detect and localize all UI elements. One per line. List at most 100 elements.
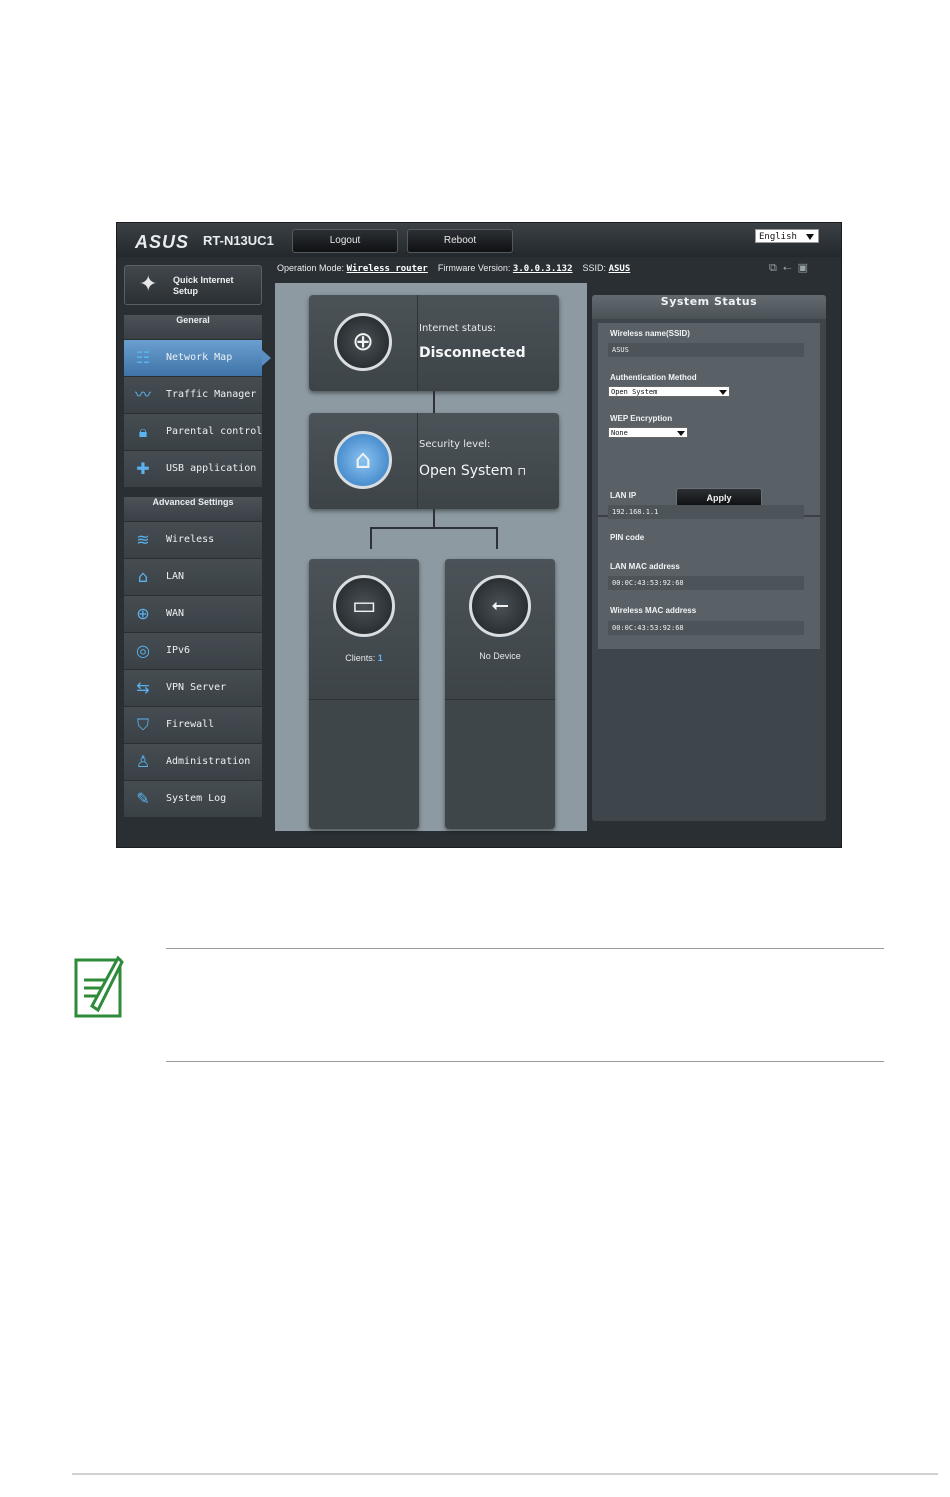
wireless-mac-label: Wireless MAC address [610,606,697,615]
menu-item-label: IPv6 [166,645,191,656]
menu-item-label: Administration [166,756,251,767]
magic-wand-icon: ✦ [139,272,158,297]
menu-item-lan[interactable]: ⌂ LAN [124,559,262,596]
chevron-down-icon [806,234,814,240]
note-top-rule [166,948,884,949]
firmware-label: Firmware Version: [437,263,511,273]
printer-status-icon[interactable]: ▣ [798,261,814,274]
network-status-icon[interactable]: ⧉ [769,261,783,274]
menu-item-label: VPN Server [166,682,227,693]
lock-icon: 🔒︎ [138,422,148,441]
globe-icon: ⊕ [136,604,150,623]
ssid-link[interactable]: ASUS [609,264,631,274]
language-value: English [759,232,797,242]
lan-mac-value: 00:0C:43:53:92:68 [608,576,804,590]
menu-item-system-log[interactable]: ✎ System Log [124,781,262,818]
router-icon: ⌂ [334,431,392,489]
asus-logo: ASUS [135,232,190,252]
firmware-link[interactable]: 3.0.0.3.132 [513,264,573,274]
menu-item-traffic-manager[interactable]: 〰 Traffic Manager [124,377,262,414]
ssid-field-label: Wireless name(SSID) [610,329,690,338]
menu-item-usb-application[interactable]: ✚ USB application [124,451,262,488]
wep-label: WEP Encryption [610,414,673,423]
lan-mac-label: LAN MAC address [610,562,680,571]
note-icon [74,955,124,1018]
operation-mode-label: Operation Mode: [277,263,345,273]
traffic-icon: 〰 [134,385,151,404]
router-screenshot: ASUS RT-N13UC1 Logout Reboot English Ope… [116,222,842,848]
general-header: General [124,315,262,340]
operation-mode-link[interactable]: Wireless router [347,264,428,274]
security-level-label: Security level: [419,439,491,450]
menu-item-ipv6[interactable]: ◎ IPv6 [124,633,262,670]
wep-select[interactable]: None [608,427,688,438]
connector-line [370,527,372,549]
model-name: RT-N13UC1 [203,233,274,248]
status-icons: ⧉⭠▣ [769,261,814,275]
info-bar: Operation Mode: Wireless router Firmware… [277,263,837,279]
menu-item-label: Traffic Manager [166,389,257,400]
chevron-down-icon [719,390,727,395]
qis-label-line1: Quick Internet [173,275,234,285]
ipv6-icon: ◎ [136,641,150,660]
menu-item-label: Parental control [166,426,263,437]
pin-code-label: PIN code [610,533,645,542]
security-level-card[interactable]: ⌂ Security level: Open System ⊓ [309,413,559,509]
security-level-value: Open System ⊓ [419,463,526,479]
user-icon: ♙ [135,752,151,771]
auth-method-value: Open System [611,388,658,396]
auth-method-select[interactable]: Open System [608,386,730,397]
wep-value: None [611,429,628,437]
internet-status-value: Disconnected [419,345,526,361]
menu-item-wan[interactable]: ⊕ WAN [124,596,262,633]
security-level-text: Open System [419,463,514,479]
menu-item-label: USB application [166,463,257,474]
usb-icon: ⭠ [469,575,531,637]
usb-status-icon[interactable]: ⭠ [783,261,798,274]
vpn-icon: ⇆ [136,678,150,697]
clients-count[interactable]: 1 [378,653,383,663]
menu-item-label: Network Map [166,352,233,363]
clients-label: Clients: [345,653,376,663]
usb-card[interactable]: ⭠ No Device [445,559,555,829]
network-map-icon: ☷ [135,348,151,367]
unlock-icon: ⊓ [517,465,527,478]
chevron-down-icon [677,431,685,436]
ssid-label: SSID: [582,263,607,273]
general-menu: General ☷ Network Map 〰 Traffic Manager … [124,315,271,488]
note-bottom-rule [166,1061,884,1062]
menu-item-label: System Log [166,793,227,804]
wireless-mac-value: 00:0C:43:53:92:68 [608,621,804,635]
reboot-button[interactable]: Reboot [407,229,513,253]
qis-label-line2: Setup [173,286,199,296]
logout-button[interactable]: Logout [292,229,398,253]
internet-status-label: Internet status: [419,323,496,334]
quick-internet-setup-button[interactable]: ✦ Quick Internet Setup [124,265,262,305]
connector-line [433,391,435,413]
shield-icon: ⛉ [136,715,149,734]
clients-caption: Clients: 1 [309,653,419,663]
clients-card[interactable]: ▭ Clients: 1 [309,559,419,829]
menu-item-label: Wireless [166,534,215,545]
menu-item-vpn-server[interactable]: ⇆ VPN Server [124,670,262,707]
lan-ip-label: LAN IP [610,491,637,500]
ssid-field[interactable]: ASUS [608,343,804,357]
menu-item-firewall[interactable]: ⛉ Firewall [124,707,262,744]
network-map-area: ⊕ Internet status: Disconnected ⌂ Securi… [275,283,587,831]
wifi-icon: ≋ [136,530,150,549]
home-icon: ⌂ [137,567,149,586]
internet-status-card[interactable]: ⊕ Internet status: Disconnected [309,295,559,391]
system-status-title: System Status [592,295,826,319]
menu-item-parental-control[interactable]: 🔒︎ Parental control [124,414,262,451]
language-select[interactable]: English [755,229,819,243]
connector-line [370,527,498,529]
puzzle-icon: ✚ [136,459,150,478]
advanced-header: Advanced Settings [124,497,262,522]
menu-item-network-map[interactable]: ☷ Network Map [124,340,271,377]
globe-icon: ⊕ [334,313,392,371]
monitor-icon: ▭ [333,575,395,637]
top-bar: ASUS RT-N13UC1 Logout Reboot English [117,223,841,257]
menu-item-wireless[interactable]: ≋ Wireless [124,522,262,559]
system-status-fields: Wireless name(SSID) ASUS Authentication … [598,323,820,649]
menu-item-administration[interactable]: ♙ Administration [124,744,262,781]
